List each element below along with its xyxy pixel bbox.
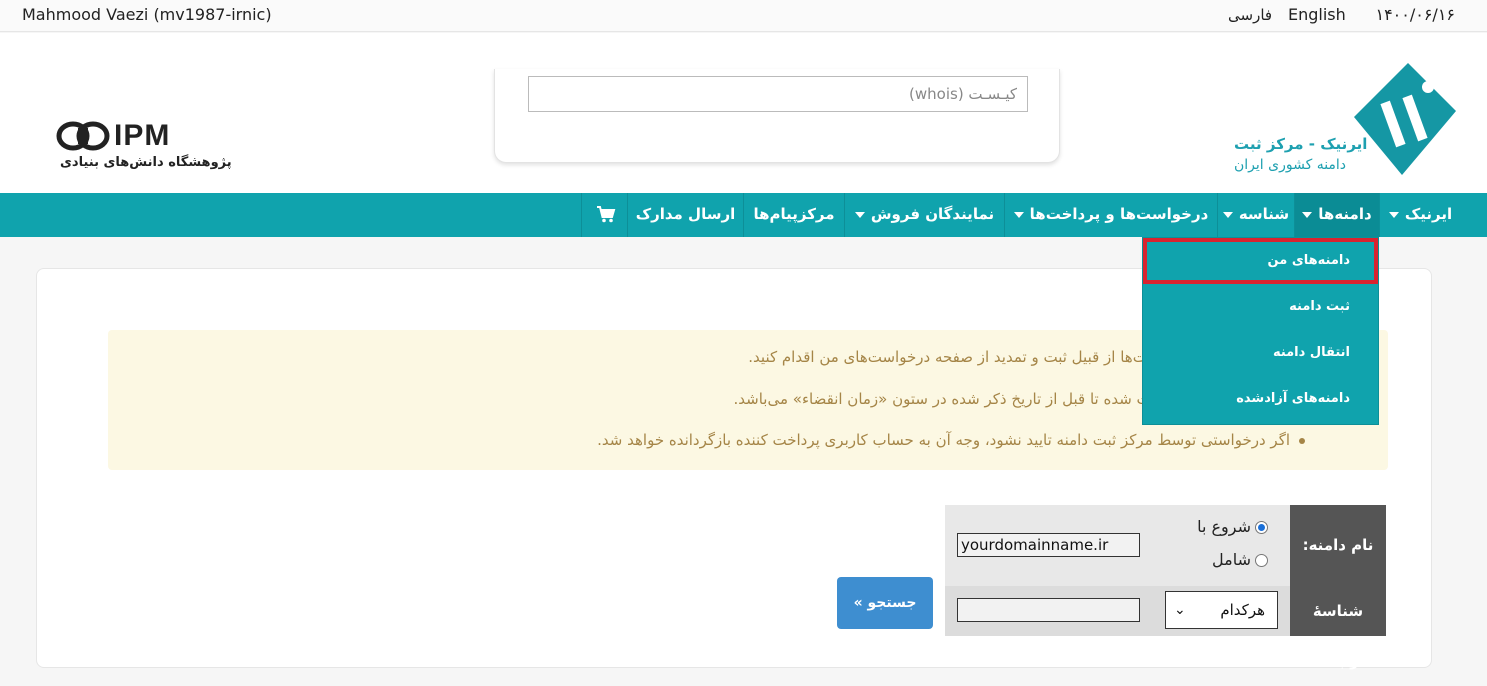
contact-type-select[interactable]: هرکدام ⌄ [1165, 591, 1278, 629]
bullet-icon [1299, 438, 1305, 444]
nav-resellers-label: نمایندگان فروش [870, 205, 995, 223]
caret-down-icon [854, 211, 865, 218]
alert-line-3: اگر درخواستی توسط مرکز ثبت دامنه تایید ن… [597, 431, 1290, 449]
domain-name-label: نام دامنه: [1290, 505, 1386, 586]
radio-starts-with[interactable]: شروع با [1197, 517, 1268, 536]
shopping-cart-icon [597, 206, 616, 223]
nav-send-documents[interactable]: ارسال مدارک [627, 193, 743, 237]
caret-down-icon [1013, 211, 1024, 218]
radio-starts-label: شروع با [1197, 517, 1251, 536]
contact-id-input[interactable] [957, 598, 1140, 622]
nav-requests-payments-label: درخواست‌ها و پرداخت‌ها [1029, 205, 1209, 223]
nav-cart[interactable] [581, 193, 627, 237]
dropdown-register-domain[interactable]: ثبت دامنه [1143, 284, 1378, 330]
irnic-logo[interactable]: ایرنیک - مرکز ثبت دامنه کشوری ایران [1230, 53, 1460, 183]
top-bar: Mahmood Vaezi (mv1987-irnic) فارسی Engli… [0, 0, 1487, 32]
nav-irnic-label: ایرنیک [1404, 205, 1453, 223]
ipm-wordmark: IPM [114, 119, 171, 152]
caret-down-icon [1222, 211, 1233, 218]
radio-selected-icon[interactable] [1255, 521, 1268, 534]
nav-resellers[interactable]: نمایندگان فروش [844, 193, 1004, 237]
ipm-rings-icon [56, 121, 110, 151]
nav-domains-label: دامنه‌ها [1318, 205, 1372, 223]
current-date: ۱۴۰۰/۰۶/۱۶ [1375, 5, 1455, 24]
language-farsi-link[interactable]: فارسی [1228, 6, 1272, 24]
contact-id-cell: هرکدام ⌄ [945, 586, 1290, 636]
dropdown-transfer-domain[interactable]: انتقال دامنه [1143, 330, 1378, 376]
caret-down-icon [1388, 211, 1399, 218]
site-header: IPM پژوهشگاه دانش‌های بنیادی ایرنیک - مر… [0, 33, 1487, 193]
irnic-emblem-icon [1354, 63, 1456, 175]
contact-type-selected: هرکدام [1220, 601, 1265, 619]
nav-message-center-label: مرکزپیام‌ها [753, 205, 835, 223]
chevron-down-icon: ⌄ [1174, 602, 1186, 618]
main-nav: ایرنیک دامنه‌ها شناسه درخواست‌ها و پرداخ… [0, 193, 1487, 237]
domains-dropdown-menu: دامنه‌های من ثبت دامنه انتقال دامنه دامن… [1142, 237, 1379, 425]
language-english-link[interactable]: English [1288, 5, 1346, 24]
whois-search-card [494, 69, 1060, 163]
dropdown-my-domains[interactable]: دامنه‌های من [1143, 238, 1378, 284]
nav-irnic[interactable]: ایرنیک [1379, 193, 1461, 237]
radio-contains-label: شامل [1212, 550, 1251, 569]
caret-down-icon [1302, 211, 1313, 218]
alert-line-1: ست‌ها از قبیل ثبت و تمدید از صفحه درخواس… [748, 348, 1160, 366]
domain-name-input[interactable]: yourdomainname.ir [957, 533, 1140, 557]
domain-name-cell: شروع با شامل yourdomainname.ir [945, 505, 1290, 586]
ipm-subtitle: پژوهشگاه دانش‌های بنیادی [60, 155, 232, 170]
alert-line-2: ثبت شده تا قبل از تاریخ ذکر شده در ستون … [733, 390, 1160, 408]
radio-contains[interactable]: شامل [1212, 550, 1268, 569]
search-button[interactable]: جستجو » [837, 577, 933, 629]
irnic-subtitle: دامنه کشوری ایران [1234, 157, 1347, 173]
dropdown-released-domains[interactable]: دامنه‌های آزادشده [1143, 376, 1378, 422]
nav-requests-payments[interactable]: درخواست‌ها و پرداخت‌ها [1004, 193, 1217, 237]
nav-identifier-label: شناسه [1238, 205, 1290, 223]
whois-search-input[interactable] [528, 76, 1028, 112]
nav-identifier[interactable]: شناسه [1217, 193, 1294, 237]
contact-id-label: شناسهٔ رابط: [1290, 586, 1386, 670]
nav-message-center[interactable]: مرکزپیام‌ها [743, 193, 844, 237]
nav-send-documents-label: ارسال مدارک [635, 205, 736, 223]
ipm-logo[interactable]: IPM پژوهشگاه دانش‌های بنیادی [56, 119, 232, 173]
radio-unselected-icon[interactable] [1255, 554, 1268, 567]
user-account-name[interactable]: Mahmood Vaezi (mv1987-irnic) [22, 5, 272, 24]
nav-domains[interactable]: دامنه‌ها [1294, 193, 1379, 237]
irnic-title: ایرنیک - مرکز ثبت [1234, 135, 1368, 153]
